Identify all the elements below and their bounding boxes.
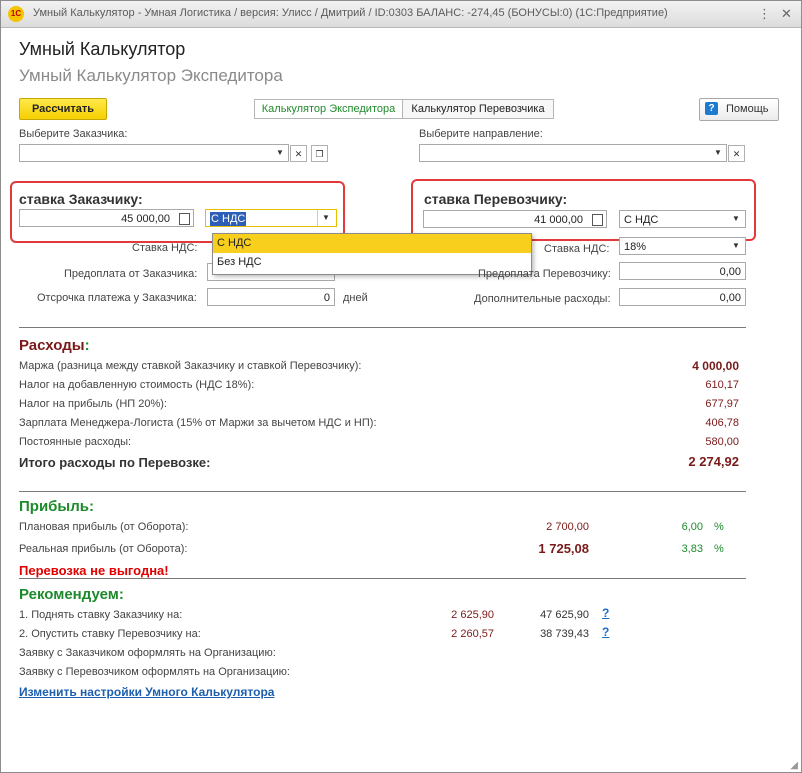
carrier-rate-input[interactable]: 41 000,00 bbox=[423, 210, 607, 228]
delay-unit-label: дней bbox=[343, 292, 368, 304]
recommend-row-label: 1. Поднять ставку Заказчику на: bbox=[19, 609, 183, 621]
title-bar: 1С Умный Калькулятор - Умная Логистика /… bbox=[1, 1, 801, 28]
help-icon[interactable]: ? bbox=[602, 606, 609, 620]
expense-row-value: 610,17 bbox=[705, 379, 739, 391]
customer-label: Выберите Заказчика: bbox=[19, 128, 128, 140]
org-customer-label: Заявку с Заказчиком оформлять на Организ… bbox=[19, 647, 276, 659]
chevron-down-icon[interactable]: ▼ bbox=[728, 211, 744, 227]
settings-link[interactable]: Изменить настройки Умного Калькулятора bbox=[19, 685, 274, 699]
expenses-total-label: Итого расходы по Перевозке: bbox=[19, 455, 211, 470]
carrier-extra-label: Дополнительные расходы: bbox=[474, 293, 611, 305]
expense-row-label: Налог на прибыль (НП 20%): bbox=[19, 398, 167, 410]
planned-profit-label: Плановая прибыль (от Оборота): bbox=[19, 521, 189, 533]
help-icon[interactable]: ? bbox=[602, 625, 609, 639]
real-profit-percent: 3,83 bbox=[681, 543, 703, 555]
real-profit-value: 1 725,08 bbox=[538, 541, 589, 556]
expenses-total-value: 2 274,92 bbox=[688, 454, 739, 469]
chevron-down-icon[interactable]: ▼ bbox=[317, 210, 334, 226]
real-profit-label: Реальная прибыль (от Оборота): bbox=[19, 543, 188, 555]
org-carrier-label: Заявку с Перевозчиком оформлять на Орган… bbox=[19, 666, 290, 678]
divider bbox=[19, 327, 746, 328]
clear-icon[interactable]: ✕ bbox=[290, 145, 307, 162]
expense-row-label: Постоянные расходы: bbox=[19, 436, 132, 448]
customer-rate-input[interactable]: 45 000,00 bbox=[19, 209, 194, 227]
calculator-icon[interactable] bbox=[592, 214, 603, 226]
customer-delay-field[interactable]: 0 bbox=[207, 288, 335, 306]
expense-row-value: 580,00 bbox=[705, 436, 739, 448]
dropdown-option-with-vat[interactable]: С НДС bbox=[213, 234, 531, 253]
expense-row-label: Налог на добавленную стоимость (НДС 18%)… bbox=[19, 379, 255, 391]
clear-icon[interactable]: ✕ bbox=[728, 145, 745, 162]
customer-delay-label: Отсрочка платежа у Заказчика: bbox=[37, 292, 197, 304]
recommend-row-result: 38 739,43 bbox=[540, 628, 589, 640]
direction-label: Выберите направление: bbox=[419, 128, 543, 140]
help-button[interactable]: ? Помощь bbox=[699, 98, 779, 121]
carrier-vat-rate-label: Ставка НДС: bbox=[544, 243, 610, 255]
percent-sign: % bbox=[714, 521, 724, 533]
expense-row-value: 406,78 bbox=[705, 417, 739, 429]
calculator-icon[interactable] bbox=[179, 213, 190, 225]
tab-forwarder-calculator[interactable]: Калькулятор Экспедитора bbox=[254, 99, 403, 119]
recommend-row-label: 2. Опустить ставку Перевозчику на: bbox=[19, 628, 201, 640]
open-form-icon[interactable]: ❐ bbox=[311, 145, 328, 162]
expense-row-value: 4 000,00 bbox=[692, 359, 739, 373]
form-subtitle: Умный Калькулятор Экспедитора bbox=[19, 66, 283, 85]
expense-row-label: Зарплата Менеджера-Логиста (15% от Маржи… bbox=[19, 417, 377, 429]
calculate-button[interactable]: Рассчитать bbox=[19, 98, 107, 120]
tab-carrier-calculator[interactable]: Калькулятор Перевозчика bbox=[402, 99, 554, 119]
chevron-down-icon[interactable]: ▼ bbox=[710, 145, 726, 161]
carrier-prepay-field[interactable]: 0,00 bbox=[619, 262, 746, 280]
carrier-extra-field[interactable]: 0,00 bbox=[619, 288, 746, 306]
recommend-row-delta: 2 625,90 bbox=[451, 609, 494, 621]
divider bbox=[19, 578, 746, 579]
carrier-prepay-label: Предоплата Перевозчику: bbox=[478, 268, 611, 280]
planned-profit-percent: 6,00 bbox=[681, 521, 703, 533]
direction-field[interactable]: ▼ bbox=[419, 144, 727, 162]
chevron-down-icon[interactable]: ▼ bbox=[272, 145, 288, 161]
window-menu-button[interactable]: ⋮ bbox=[756, 5, 773, 22]
form-title: Умный Калькулятор bbox=[19, 39, 186, 59]
profit-title: Прибыль: bbox=[19, 498, 94, 515]
customer-vat-mode-select[interactable]: С НДС ▼ bbox=[205, 209, 337, 227]
recommend-row-delta: 2 260,57 bbox=[451, 628, 494, 640]
chevron-down-icon[interactable]: ▼ bbox=[728, 238, 744, 254]
expense-row-label: Маржа (разница между ставкой Заказчику и… bbox=[19, 360, 362, 372]
app-window: 1С Умный Калькулятор - Умная Логистика /… bbox=[0, 0, 802, 773]
percent-sign: % bbox=[714, 543, 724, 555]
customer-prepay-label: Предоплата от Заказчика: bbox=[64, 268, 198, 280]
divider bbox=[19, 491, 746, 492]
planned-profit-value: 2 700,00 bbox=[546, 521, 589, 533]
window-title: Умный Калькулятор - Умная Логистика / ве… bbox=[33, 7, 668, 19]
customer-rate-title: ставка Заказчику: bbox=[19, 191, 143, 207]
customer-field[interactable]: ▼ bbox=[19, 144, 289, 162]
carrier-vat-rate-select[interactable]: 18% ▼ bbox=[619, 237, 746, 255]
expenses-title: Расходы: bbox=[19, 337, 90, 354]
app-logo-icon: 1С bbox=[8, 6, 24, 22]
help-icon: ? bbox=[705, 102, 718, 115]
resize-grip-icon[interactable]: ◢ bbox=[790, 760, 798, 771]
expense-row-value: 677,97 bbox=[705, 398, 739, 410]
window-close-button[interactable]: ✕ bbox=[778, 5, 795, 22]
recommend-title: Рекомендуем: bbox=[19, 586, 124, 603]
profit-warning: Перевозка не выгодна! bbox=[19, 563, 169, 578]
customer-vat-rate-label: Ставка НДС: bbox=[132, 242, 198, 254]
carrier-vat-mode-select[interactable]: С НДС ▼ bbox=[619, 210, 746, 228]
carrier-rate-title: ставка Перевозчику: bbox=[424, 191, 568, 207]
help-button-label: Помощь bbox=[726, 103, 769, 115]
recommend-row-result: 47 625,90 bbox=[540, 609, 589, 621]
